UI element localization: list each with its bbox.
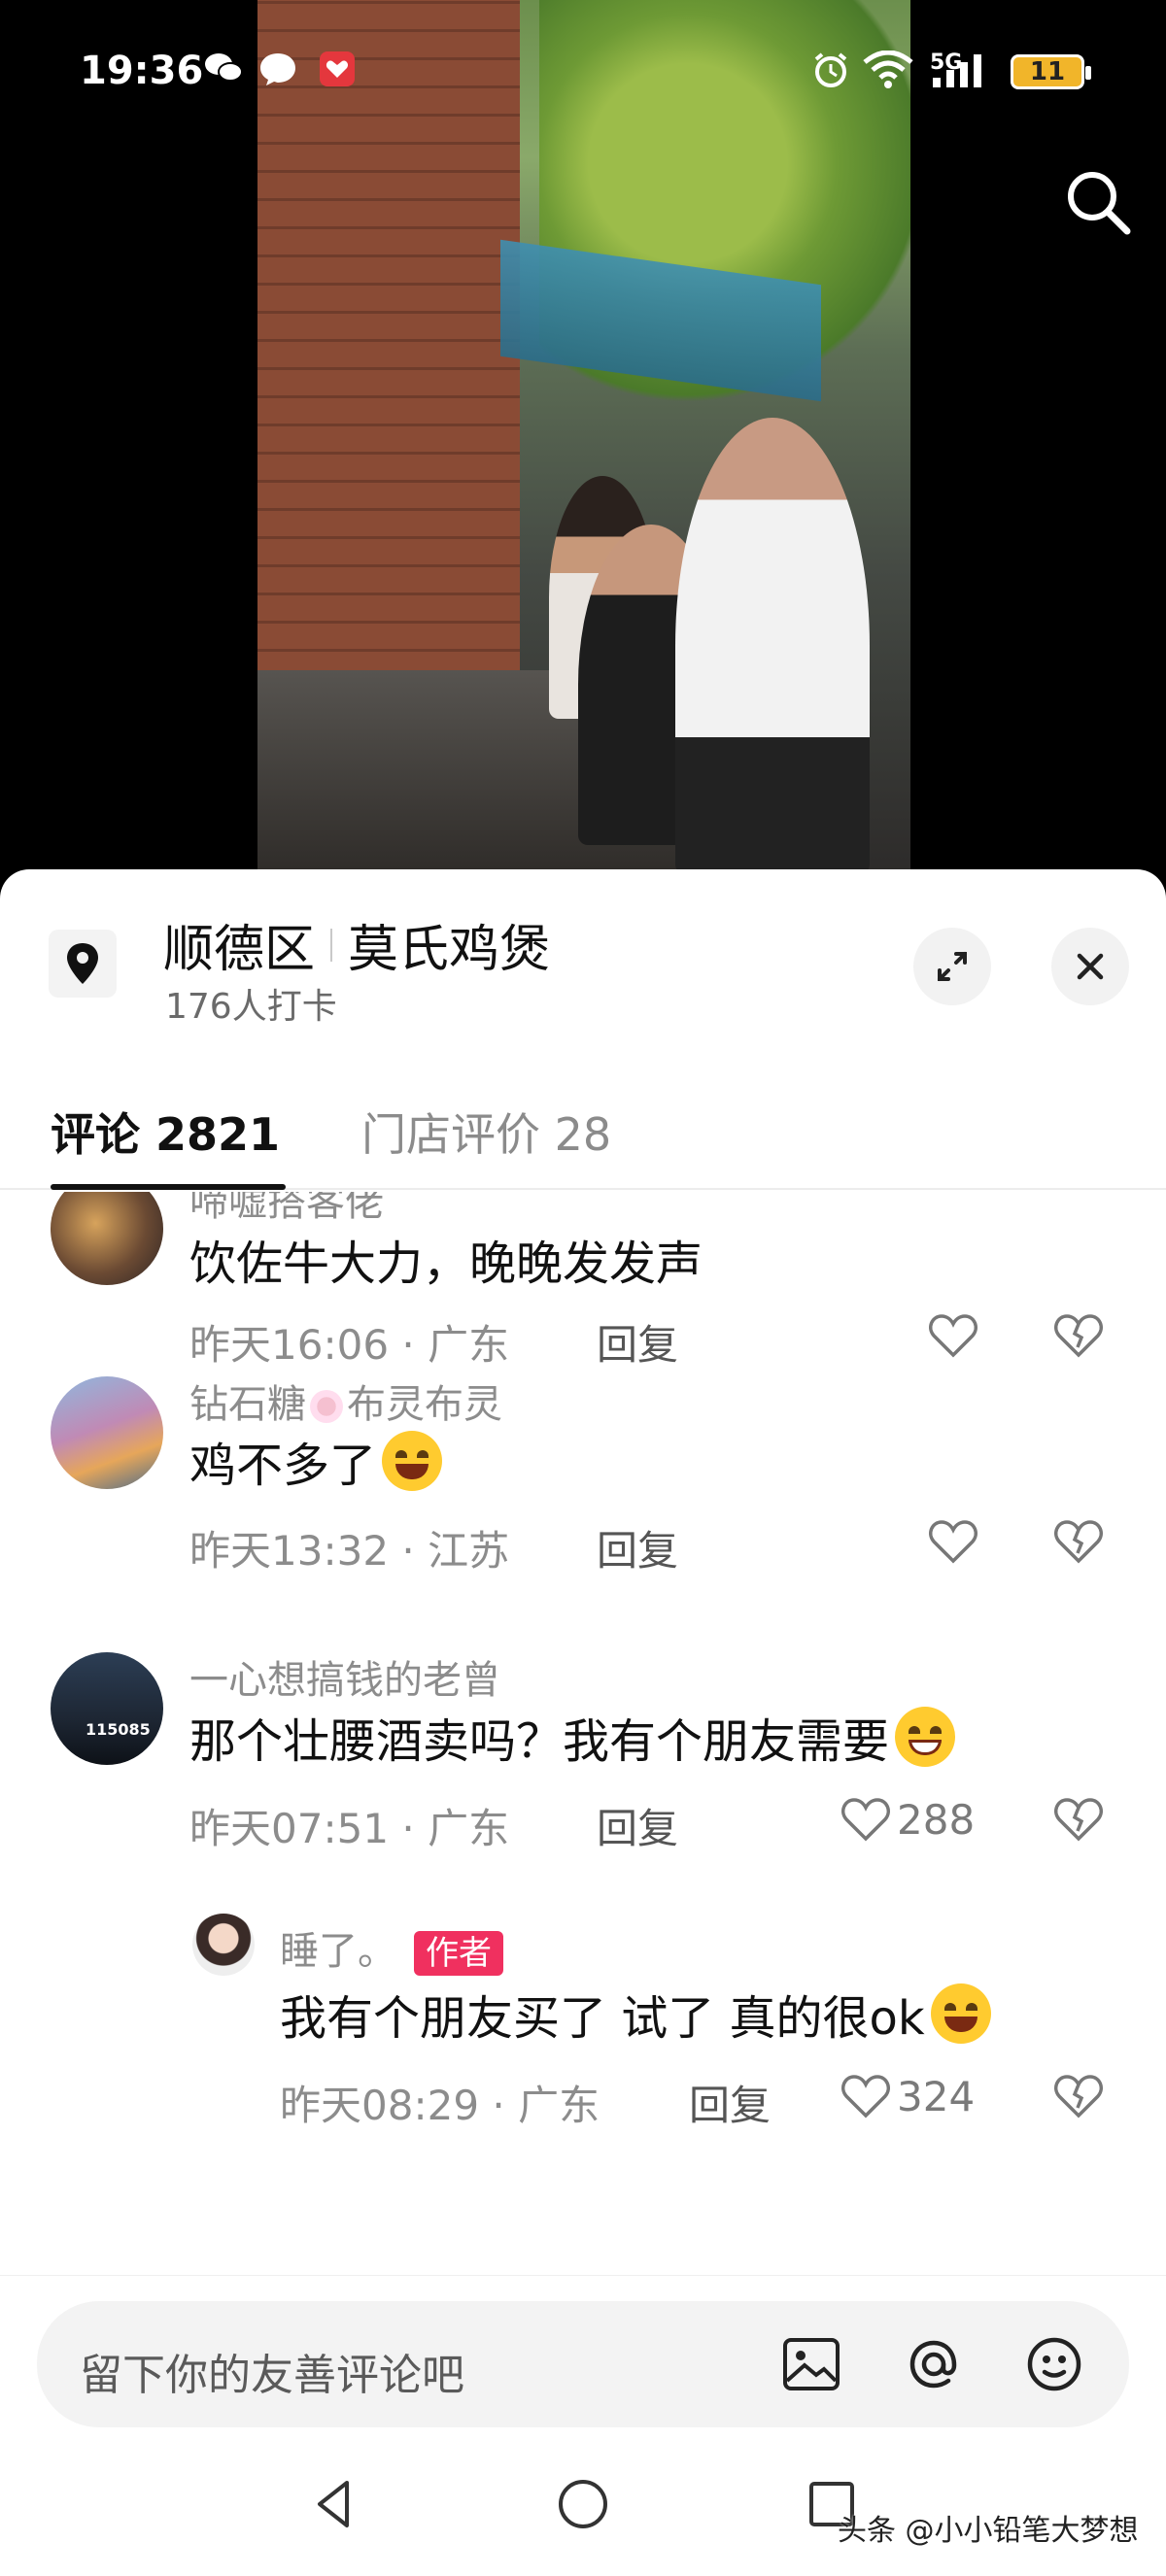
comment-item: 115085 一心想搞钱的老曾 那个壮腰酒卖吗？我有个朋友需要 昨天07:51 … <box>0 1629 1166 1881</box>
expand-button[interactable] <box>913 928 991 1005</box>
tab-store-reviews[interactable]: 门店评价 28 <box>361 1100 611 1164</box>
app-badge-icon <box>319 51 356 87</box>
heart-icon <box>929 1520 977 1564</box>
mention-button[interactable] <box>900 2330 968 2398</box>
broken-heart-icon <box>1054 1520 1103 1564</box>
username-part: 钻石糖 <box>189 1382 306 1427</box>
comment-username[interactable]: 一心想搞钱的老曾 <box>189 1648 500 1705</box>
dislike-button[interactable] <box>1051 2069 1106 2123</box>
reply-button[interactable]: 回复 <box>597 1518 678 1577</box>
comment-time-location: 昨天07:51 · 广东 <box>189 1805 510 1852</box>
alarm-icon <box>811 51 850 87</box>
comment-text-body: 那个壮腰酒卖吗？我有个朋友需要 <box>189 1714 890 1769</box>
broken-heart-icon <box>1054 1798 1103 1842</box>
image-button[interactable] <box>777 2330 845 2398</box>
like-button[interactable] <box>926 1514 984 1569</box>
comment-text-body: 我有个朋友买了 试了 真的很ok <box>280 1991 925 2046</box>
back-button[interactable] <box>306 2475 364 2533</box>
comment-input-placeholder: 留下你的友善评论吧 <box>80 2351 464 2400</box>
wifi-icon <box>863 50 913 88</box>
comment-username[interactable]: 钻石糖 布灵布灵 <box>189 1373 502 1429</box>
reply-item: 睡了。 作者 我有个朋友买了 试了 真的很ok 昨天08:29 · 广东 回复 3… <box>0 1906 1166 2168</box>
close-button[interactable] <box>1051 928 1129 1005</box>
search-icon <box>1068 172 1131 235</box>
dislike-button[interactable] <box>1051 1792 1106 1847</box>
image-icon <box>783 2338 840 2390</box>
checkin-count: 176人打卡 <box>165 987 337 1027</box>
dislike-button[interactable] <box>1051 1514 1106 1569</box>
location-divider <box>330 928 333 962</box>
like-button[interactable]: 288 <box>839 1792 975 1847</box>
system-navigation-bar: 头条 @小小铅笔大梦想 <box>0 2428 1166 2576</box>
emoji-button[interactable] <box>1020 2330 1088 2398</box>
at-mention-icon <box>909 2340 957 2389</box>
comment-text: 鸡不多了 <box>189 1427 443 1495</box>
comment-item: 钻石糖 布灵布灵 鸡不多了 昨天13:32 · 江苏 回复 <box>0 1357 1166 1600</box>
chat-bubble-icon <box>258 51 297 87</box>
broken-heart-icon <box>1054 1314 1103 1358</box>
comment-list[interactable]: 啼嘘搭客佬 饮佐牛大力，晚晚发发声 昨天16:06 · 广东 回复 钻石糖 布灵布… <box>0 1192 1166 2168</box>
user-avatar[interactable] <box>51 1192 163 1285</box>
tab-active-indicator <box>51 1184 286 1190</box>
username-text: 睡了。 <box>280 1929 396 1974</box>
watermark: 头条 @小小铅笔大梦想 <box>838 2514 1139 2548</box>
location-shop[interactable]: 莫氏鸡煲 <box>348 908 550 981</box>
heart-icon <box>841 1798 890 1842</box>
wechat-icon <box>204 51 243 87</box>
like-button[interactable] <box>926 1308 984 1363</box>
author-avatar[interactable] <box>192 1914 255 1976</box>
tab-comments[interactable]: 评论 2821 <box>51 1100 280 1164</box>
grinning-emoji-icon <box>895 1707 956 1767</box>
dislike-button[interactable] <box>1051 1308 1106 1363</box>
location-pin-icon <box>49 930 117 998</box>
like-count: 324 <box>897 2072 976 2120</box>
laughing-emoji-icon <box>930 1983 991 2044</box>
battery-indicator: 11 <box>1011 54 1091 89</box>
avatar-caption: 115085 <box>86 1720 151 1739</box>
heart-icon <box>929 1314 977 1358</box>
reply-button[interactable]: 回复 <box>689 2073 771 2132</box>
video-person <box>675 418 870 874</box>
broken-heart-icon <box>1054 2075 1103 2118</box>
user-avatar[interactable]: 115085 <box>51 1652 163 1765</box>
comment-text-body: 鸡不多了 <box>189 1439 377 1493</box>
comment-username[interactable]: 睡了。 作者 <box>280 1919 503 1976</box>
close-icon <box>1077 953 1104 980</box>
home-button[interactable] <box>554 2475 612 2533</box>
heart-icon <box>841 2075 890 2118</box>
status-time: 19:36 <box>80 49 204 93</box>
reply-button[interactable]: 回复 <box>597 1796 678 1855</box>
back-triangle-icon <box>318 2481 349 2527</box>
comment-username[interactable]: 啼嘘搭客佬 <box>189 1192 384 1227</box>
location-district[interactable]: 顺德区 <box>163 908 315 981</box>
home-circle-icon <box>559 2480 607 2528</box>
status-bar: 19:36 5G 11 <box>0 0 1166 146</box>
user-avatar[interactable] <box>51 1376 163 1489</box>
comment-text: 那个壮腰酒卖吗？我有个朋友需要 <box>189 1703 956 1771</box>
username-part: 布灵布灵 <box>347 1382 502 1427</box>
like-count: 288 <box>897 1795 976 1844</box>
like-button[interactable]: 324 <box>839 2069 975 2123</box>
laughing-emoji-icon <box>382 1431 443 1491</box>
signal-icon <box>931 51 999 87</box>
comment-text: 饮佐牛大力，晚晚发发声 <box>189 1237 703 1291</box>
comment-time-location: 昨天13:32 · 江苏 <box>189 1527 510 1575</box>
comment-time-location: 昨天08:29 · 广东 <box>280 2082 600 2129</box>
comment-input[interactable]: 留下你的友善评论吧 <box>37 2301 1129 2427</box>
comment-input-bar: 留下你的友善评论吧 <box>0 2275 1166 2427</box>
lollipop-icon <box>310 1390 343 1423</box>
author-badge: 作者 <box>414 1931 503 1976</box>
location-title[interactable]: 顺德区 莫氏鸡煲 <box>163 908 550 981</box>
tab-bar: 评论 2821 门店评价 28 <box>0 1068 1166 1190</box>
smiley-icon <box>1027 2337 1081 2391</box>
search-button[interactable] <box>1059 163 1137 241</box>
expand-icon <box>938 952 967 981</box>
comment-text: 我有个朋友买了 试了 真的很ok <box>280 1980 991 2048</box>
comment-item: 啼嘘搭客佬 饮佐牛大力，晚晚发发声 昨天16:06 · 广东 回复 <box>0 1192 1166 1369</box>
